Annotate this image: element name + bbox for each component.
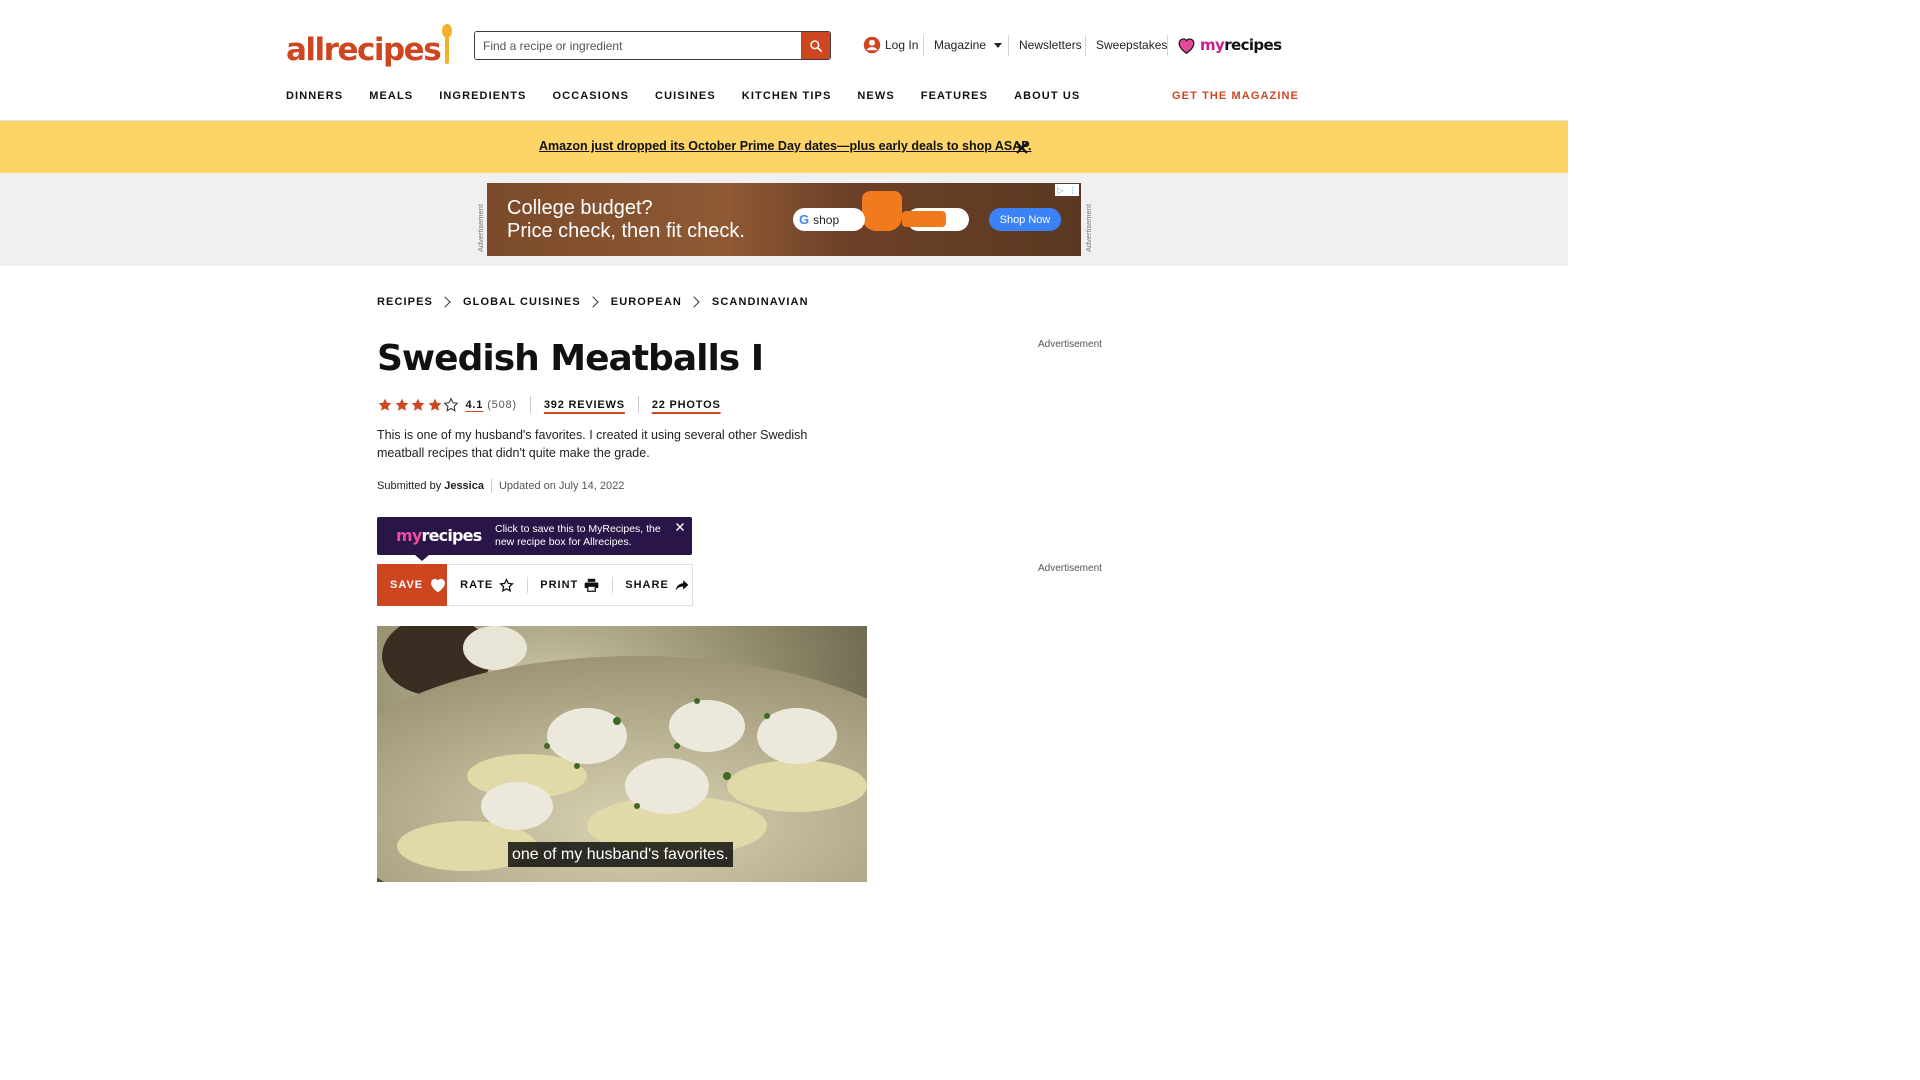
- printer-icon: [584, 578, 599, 592]
- search-input[interactable]: [475, 32, 801, 59]
- print-button[interactable]: PRINT: [527, 564, 612, 606]
- breadcrumb: RECIPES GLOBAL CUISINES EUROPEAN SCANDIN…: [377, 296, 809, 308]
- magazine-dropdown[interactable]: Magazine: [934, 34, 1003, 56]
- myrecipes-tooltip: myrecipes Click to save this to MyRecipe…: [377, 517, 692, 555]
- ad-side-label: Advertisement: [1084, 204, 1093, 252]
- print-label: PRINT: [540, 579, 579, 591]
- save-button[interactable]: SAVE: [377, 563, 448, 606]
- breadcrumb-scandinavian[interactable]: SCANDINAVIAN: [712, 296, 809, 308]
- byline: Submitted by Jessica Updated on July 14,…: [377, 479, 624, 493]
- share-label: SHARE: [625, 579, 669, 591]
- user-icon: [863, 36, 881, 54]
- ad-product-image: [862, 191, 902, 231]
- rate-button[interactable]: RATE: [447, 564, 527, 606]
- breadcrumb-recipes[interactable]: RECIPES: [377, 296, 433, 308]
- myrecipes-logo: myrecipes: [1200, 36, 1282, 54]
- magazine-label: Magazine: [934, 38, 987, 52]
- sidebar-ad-label: Advertisement: [1038, 563, 1102, 574]
- nav-features[interactable]: FEATURES: [921, 90, 988, 105]
- star-filled-icon: [428, 398, 441, 411]
- rating-value[interactable]: 4.1: [466, 399, 484, 411]
- logo-text: allrecipes: [286, 32, 442, 68]
- submitted-label: Submitted by: [377, 480, 442, 492]
- nav-cuisines[interactable]: CUISINES: [655, 90, 716, 105]
- close-icon[interactable]: [675, 522, 685, 532]
- get-magazine-link[interactable]: GET THE MAGAZINE: [1172, 90, 1299, 102]
- spoon-icon: [441, 24, 453, 66]
- divider: [923, 35, 924, 56]
- recipe-title: Swedish Meatballs I: [377, 338, 764, 379]
- heart-icon: [1178, 37, 1195, 54]
- updated-date: Updated on July 14, 2022: [498, 480, 625, 492]
- ad-headline: College budget? Price check, then fit ch…: [507, 197, 745, 242]
- recipe-actions: SAVE RATE PRINT SHARE: [377, 563, 693, 606]
- main-nav: DINNERS MEALS INGREDIENTS OCCASIONS CUIS…: [286, 90, 1080, 105]
- chevron-right-icon: [688, 296, 700, 308]
- star-outline-icon: [499, 577, 515, 592]
- author-link[interactable]: Jessica: [444, 480, 484, 492]
- caret-down-icon: [994, 42, 1003, 48]
- rating-row: 4.1 (508) 392 REVIEWS 22 PHOTOS: [377, 396, 721, 413]
- google-icon: G: [799, 212, 810, 227]
- recipe-description: This is one of my husband's favorites. I…: [377, 428, 808, 460]
- divider: [637, 396, 639, 413]
- search-icon: [809, 39, 822, 52]
- divider: [1085, 35, 1086, 56]
- nav-occasions[interactable]: OCCASIONS: [553, 90, 630, 105]
- star-rating[interactable]: [377, 396, 460, 413]
- chevron-right-icon: [439, 296, 451, 308]
- divider: [490, 479, 492, 493]
- star-filled-icon: [378, 398, 392, 411]
- video-caption: one of my husband's favorites.: [508, 842, 733, 867]
- close-icon[interactable]: [1014, 140, 1030, 156]
- rating-count: (508): [487, 398, 517, 411]
- sidebar-ad-label: Advertisement: [1038, 339, 1102, 350]
- ad-shop-now-button[interactable]: Shop Now: [989, 208, 1061, 231]
- chevron-right-icon: [587, 296, 599, 308]
- nav-about-us[interactable]: ABOUT US: [1014, 90, 1080, 105]
- heart-icon: [431, 578, 446, 592]
- reviews-link[interactable]: 392 REVIEWS: [544, 399, 625, 411]
- ad-creative[interactable]: College budget? Price check, then fit ch…: [487, 183, 1081, 256]
- photos-link[interactable]: 22 PHOTOS: [652, 399, 721, 411]
- adchoices-icon[interactable]: ▷ ⋮: [1055, 184, 1079, 196]
- nav-ingredients[interactable]: INGREDIENTS: [439, 90, 526, 105]
- nav-news[interactable]: NEWS: [857, 90, 894, 105]
- newsletters-label: Newsletters: [1019, 38, 1082, 52]
- tooltip-text: Click to save this to MyRecipes, the new…: [495, 523, 661, 548]
- newsletters-link[interactable]: Newsletters: [1019, 34, 1082, 56]
- allrecipes-logo[interactable]: allrecipes: [286, 24, 453, 66]
- search-button[interactable]: [801, 32, 830, 59]
- star-filled-icon: [411, 398, 425, 411]
- banner-link[interactable]: Amazon just dropped its October Prime Da…: [539, 139, 1031, 153]
- divider: [529, 396, 531, 413]
- myrecipes-link[interactable]: myrecipes: [1177, 34, 1282, 56]
- ad-search-pill: Gshop: [793, 208, 865, 231]
- ad-product-image: [902, 211, 946, 227]
- nav-kitchen-tips[interactable]: KITCHEN TIPS: [742, 90, 832, 105]
- tooltip-pointer: [415, 555, 429, 561]
- divider: [1008, 35, 1009, 56]
- sweepstakes-link[interactable]: Sweepstakes: [1096, 34, 1167, 56]
- divider: [1167, 35, 1168, 56]
- search-bar: [474, 31, 831, 60]
- share-button[interactable]: SHARE: [612, 564, 702, 606]
- save-label: SAVE: [390, 578, 424, 591]
- star-empty-icon: [443, 396, 459, 412]
- login-label: Log In: [885, 38, 919, 52]
- rate-label: RATE: [460, 579, 494, 591]
- breadcrumb-global-cuisines[interactable]: GLOBAL CUISINES: [463, 296, 581, 308]
- share-arrow-icon: [675, 579, 689, 591]
- sweepstakes-label: Sweepstakes: [1096, 38, 1168, 52]
- login-link[interactable]: Log In: [863, 34, 918, 56]
- myrecipes-logo: myrecipes: [396, 526, 482, 545]
- breadcrumb-european[interactable]: EUROPEAN: [611, 296, 682, 308]
- ad-side-label: Advertisement: [476, 204, 485, 252]
- star-filled-icon: [395, 398, 408, 411]
- nav-meals[interactable]: MEALS: [369, 90, 413, 105]
- nav-dinners[interactable]: DINNERS: [286, 90, 343, 105]
